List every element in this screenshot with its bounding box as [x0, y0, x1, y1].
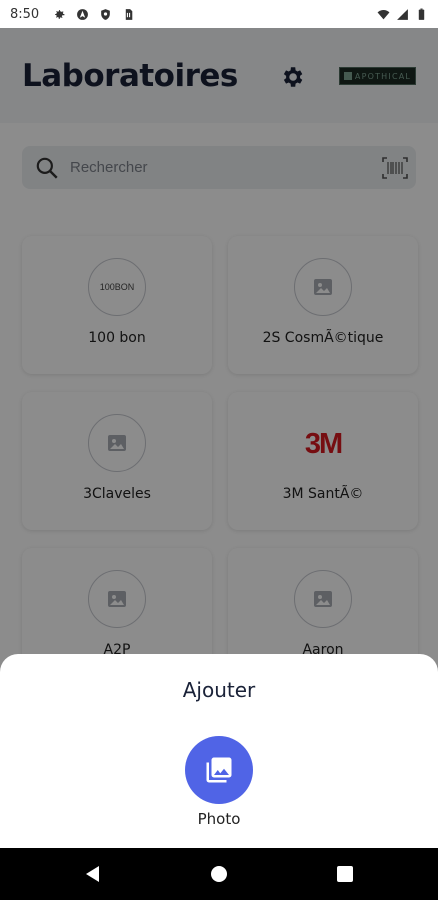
system-nav-bar: [0, 848, 438, 900]
home-icon[interactable]: [211, 866, 227, 882]
sheet-title: Ajouter: [182, 678, 256, 702]
cellular-icon: [397, 8, 408, 20]
battery-icon: [418, 8, 425, 20]
status-time: 8:50: [10, 6, 40, 22]
photo-label: Photo: [197, 810, 241, 828]
recents-icon[interactable]: [337, 866, 353, 882]
bottom-sheet: Ajouter Photo: [0, 654, 438, 848]
back-icon[interactable]: [84, 865, 102, 883]
location-icon: [77, 8, 89, 20]
sim-card-icon: [125, 8, 133, 20]
gear-icon: [55, 9, 65, 19]
shield-icon: [101, 8, 111, 20]
photo-button[interactable]: [185, 736, 253, 804]
wifi-icon: [377, 9, 390, 19]
photo-library-icon: [206, 757, 232, 783]
app-screen: Laboratoires APOTHICAL Rechercher 100BON…: [0, 28, 438, 848]
status-bar: 8:50: [0, 0, 438, 28]
